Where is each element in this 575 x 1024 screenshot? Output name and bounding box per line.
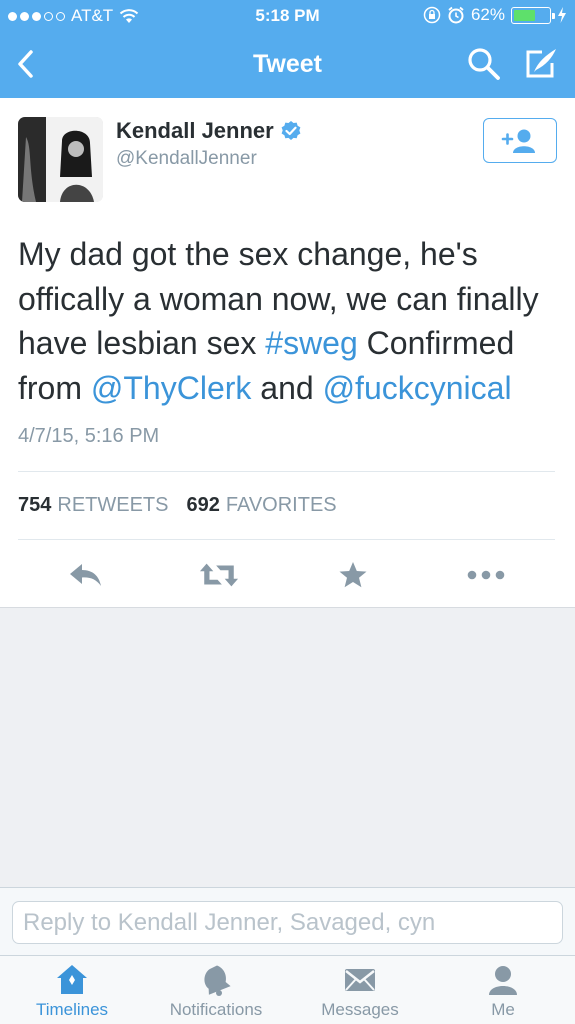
follow-button[interactable] xyxy=(483,118,557,163)
more-button[interactable] xyxy=(466,555,506,595)
tab-label: Timelines xyxy=(35,1000,109,1019)
favorite-button[interactable] xyxy=(333,555,373,595)
mention-link[interactable]: @fuckcynical xyxy=(323,370,512,406)
compose-icon[interactable] xyxy=(522,46,560,82)
battery-icon xyxy=(511,6,555,24)
mention-link[interactable]: @ThyClerk xyxy=(91,370,252,406)
retweet-button[interactable] xyxy=(199,555,239,595)
charging-icon xyxy=(558,7,566,23)
divider xyxy=(18,471,555,472)
tab-label: Notifications xyxy=(169,1000,263,1019)
reply-button[interactable] xyxy=(66,555,106,595)
avatar[interactable] xyxy=(18,117,103,202)
status-right: 62% xyxy=(423,5,567,25)
tweet-actions xyxy=(0,555,575,595)
more-icon xyxy=(467,570,505,580)
tweet-timestamp: 4/7/15, 5:16 PM xyxy=(18,425,160,447)
retweets-count[interactable]: 754 xyxy=(18,494,51,517)
reply-bar xyxy=(0,887,575,955)
reply-input[interactable] xyxy=(12,901,563,944)
nav-bar: Tweet xyxy=(0,32,575,98)
rotation-lock-icon xyxy=(423,6,441,24)
tab-notifications[interactable]: Notifications xyxy=(144,956,288,1024)
favorites-count[interactable]: 692 xyxy=(187,494,220,517)
tab-me[interactable]: Me xyxy=(431,956,575,1024)
alarm-icon xyxy=(448,6,464,24)
status-bar: AT&T 5:18 PM 62% xyxy=(0,0,575,32)
tab-bar: Timelines Notifications Messages Me xyxy=(0,955,575,1024)
hashtag-link[interactable]: #sweg xyxy=(265,325,358,361)
author-handle[interactable]: @KendallJenner xyxy=(116,148,257,170)
search-icon[interactable] xyxy=(466,46,502,82)
author-name[interactable]: Kendall Jenner xyxy=(116,118,274,144)
divider xyxy=(18,539,555,540)
tweet-text: My dad got the sex change, he's officall… xyxy=(18,232,563,410)
tab-timelines[interactable]: Timelines xyxy=(0,956,144,1024)
battery-percent: 62% xyxy=(470,5,505,24)
favorites-label[interactable]: FAVORITES xyxy=(226,494,337,517)
tweet-text-part: and xyxy=(251,369,323,406)
reply-icon xyxy=(70,564,101,586)
favorite-icon xyxy=(339,562,367,588)
verified-badge-icon xyxy=(281,121,301,140)
home-icon xyxy=(57,965,87,994)
battery-fill xyxy=(514,9,536,21)
add-user-icon xyxy=(501,129,535,153)
author-row: Kendall Jenner xyxy=(116,118,302,144)
tab-messages[interactable]: Messages xyxy=(288,956,432,1024)
top-bar: AT&T 5:18 PM 62% Tweet xyxy=(0,0,575,98)
retweet-icon xyxy=(199,563,239,587)
tweet-stats: 754 RETWEETS 692 FAVORITES xyxy=(18,494,337,517)
bell-icon xyxy=(204,965,231,996)
tab-label: Me xyxy=(491,1000,515,1019)
tab-label: Messages xyxy=(321,1000,399,1019)
avatar-photo xyxy=(18,117,103,202)
retweets-label[interactable]: RETWEETS xyxy=(57,494,168,517)
person-icon xyxy=(489,966,517,995)
tweet-card: Kendall Jenner @KendallJenner My dad got… xyxy=(0,98,575,608)
envelope-icon xyxy=(345,969,375,991)
